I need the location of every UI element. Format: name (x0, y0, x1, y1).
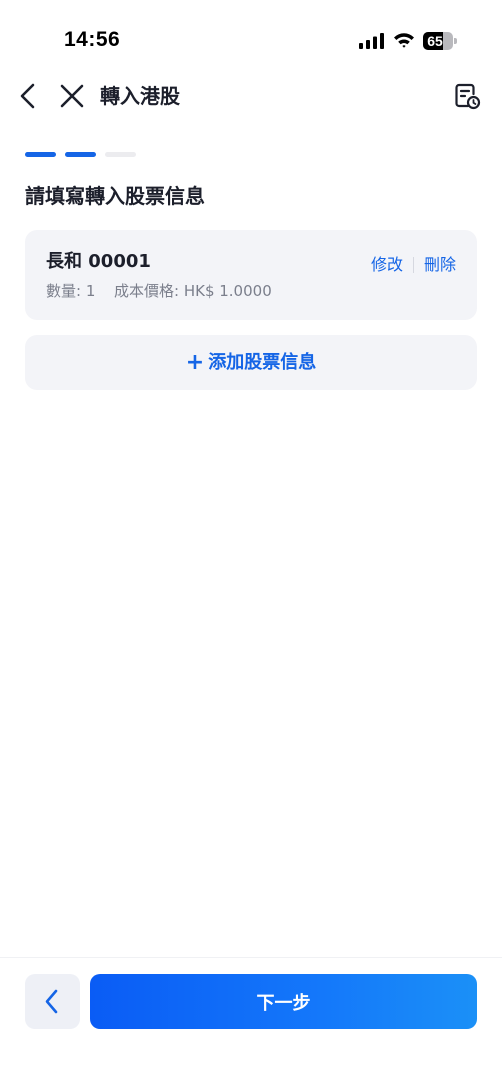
add-stock-label: 添加股票信息 (208, 351, 317, 373)
back-chevron-icon (20, 83, 35, 109)
page-title: 轉入港股 (100, 84, 180, 108)
next-step-button[interactable]: 下一步 (90, 974, 477, 1029)
bottom-divider (0, 957, 502, 958)
wifi-icon (394, 33, 414, 48)
edit-stock-button[interactable]: 修改 (371, 254, 403, 276)
delete-stock-button[interactable]: 刪除 (424, 254, 456, 276)
status-time: 14:56 (64, 28, 121, 51)
back-button[interactable] (16, 82, 42, 110)
close-icon (60, 84, 84, 108)
stock-name: 長和 00001 (46, 251, 151, 272)
step-indicator-2 (65, 152, 96, 157)
nav-bar: 轉入港股 (0, 70, 502, 122)
stock-cost-price: 成本價格: HK$ 1.0000 (114, 282, 272, 300)
stock-quantity: 數量: 1 (46, 282, 96, 300)
transfer-hk-stock-page: 14:56 65 轉入港股 請填寫轉入股票信息 長和 00001 數量: 1 成… (0, 0, 502, 1092)
step-indicator-1 (25, 152, 56, 157)
stock-card: 長和 00001 數量: 1 成本價格: HK$ 1.0000 修改 刪除 (25, 230, 477, 320)
close-button[interactable] (58, 82, 86, 110)
battery-level: 65 (427, 33, 443, 49)
section-title: 請填寫轉入股票信息 (25, 184, 205, 208)
back-chevron-icon (45, 989, 58, 1014)
action-divider (413, 257, 414, 273)
cellular-signal-icon (359, 33, 384, 49)
previous-step-button[interactable] (25, 974, 80, 1029)
history-document-clock-icon (455, 83, 481, 110)
add-stock-button[interactable]: + 添加股票信息 (25, 335, 477, 390)
history-button[interactable] (452, 81, 482, 111)
next-step-label: 下一步 (256, 992, 311, 1014)
step-indicator-3 (105, 152, 136, 157)
plus-icon: + (185, 349, 205, 375)
status-bar: 14:56 65 (0, 0, 502, 80)
